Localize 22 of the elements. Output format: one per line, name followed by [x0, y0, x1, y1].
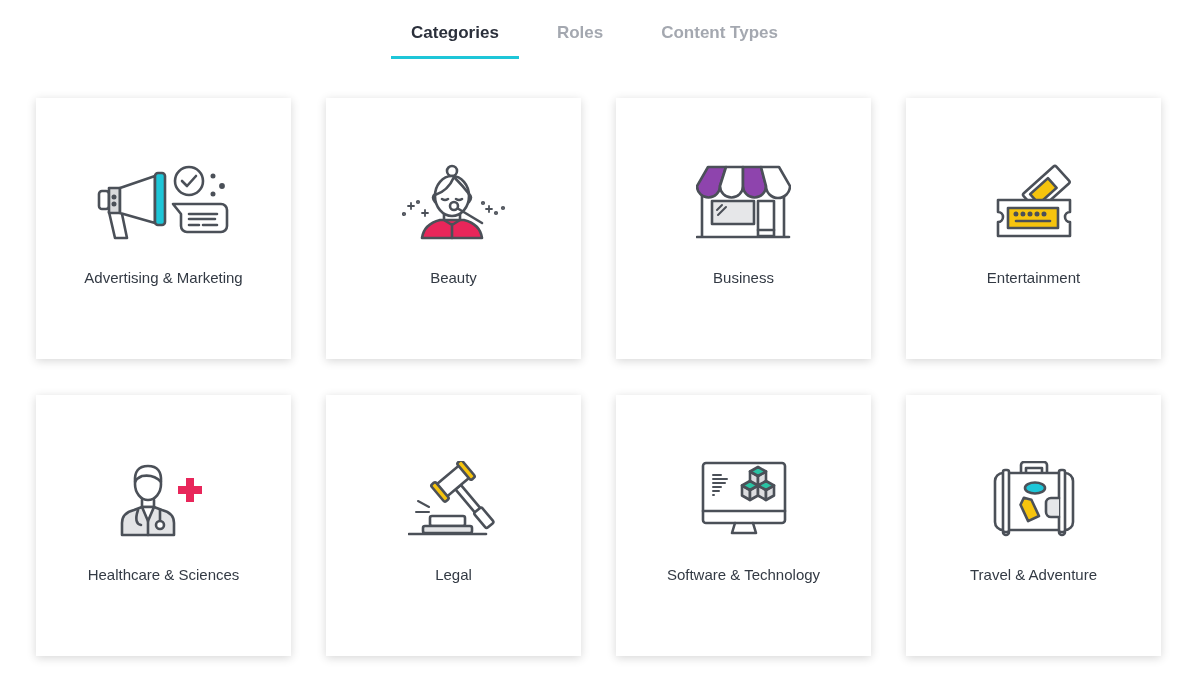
- category-card[interactable]: Legal: [326, 395, 581, 656]
- category-card[interactable]: Entertainment: [906, 98, 1161, 359]
- category-label: Beauty: [430, 268, 477, 288]
- suitcase-icon: [992, 461, 1075, 537]
- storefront-icon: [696, 164, 791, 240]
- megaphone-icon: [96, 164, 231, 240]
- category-label: Legal: [435, 565, 472, 585]
- category-card[interactable]: Business: [616, 98, 871, 359]
- tab[interactable]: Categories: [391, 11, 519, 59]
- category-card[interactable]: Healthcare & Sciences: [36, 395, 291, 656]
- category-label: Software & Technology: [666, 565, 821, 585]
- category-label: Advertising & Marketing: [84, 268, 243, 288]
- category-card[interactable]: Beauty: [326, 98, 581, 359]
- category-label: Business: [713, 268, 774, 288]
- category-card[interactable]: Travel & Adventure: [906, 395, 1161, 656]
- category-label: Healthcare & Sciences: [87, 565, 240, 585]
- woman-with-brush-icon: [401, 164, 506, 240]
- monitor-icon: [700, 461, 787, 537]
- category-label: Travel & Adventure: [970, 565, 1097, 585]
- category-card[interactable]: Software & Technology: [616, 395, 871, 656]
- category-label: Entertainment: [986, 268, 1081, 288]
- category-card[interactable]: Advertising & Marketing: [36, 98, 291, 359]
